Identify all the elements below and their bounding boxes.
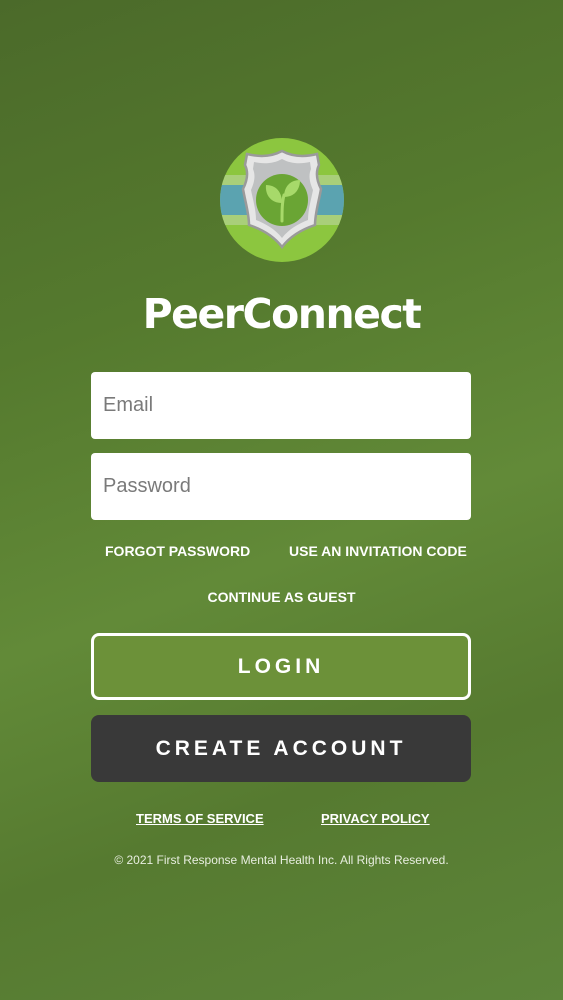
email-field[interactable]: [91, 372, 471, 439]
app-title: PeerConnect: [142, 290, 422, 338]
privacy-policy-link[interactable]: PRIVACY POLICY: [321, 811, 430, 826]
forgot-password-link[interactable]: FORGOT PASSWORD: [105, 543, 250, 559]
terms-of-service-link[interactable]: TERMS OF SERVICE: [136, 811, 264, 826]
continue-as-guest-link[interactable]: CONTINUE AS GUEST: [0, 589, 563, 605]
peerconnect-logo-icon: [220, 138, 344, 262]
create-account-button[interactable]: CREATE ACCOUNT: [91, 715, 471, 782]
invitation-code-link[interactable]: USE AN INVITATION CODE: [289, 543, 467, 559]
password-field[interactable]: [91, 453, 471, 520]
copyright-text: © 2021 First Response Mental Health Inc.…: [114, 853, 449, 867]
login-button[interactable]: LOGIN: [91, 633, 471, 700]
